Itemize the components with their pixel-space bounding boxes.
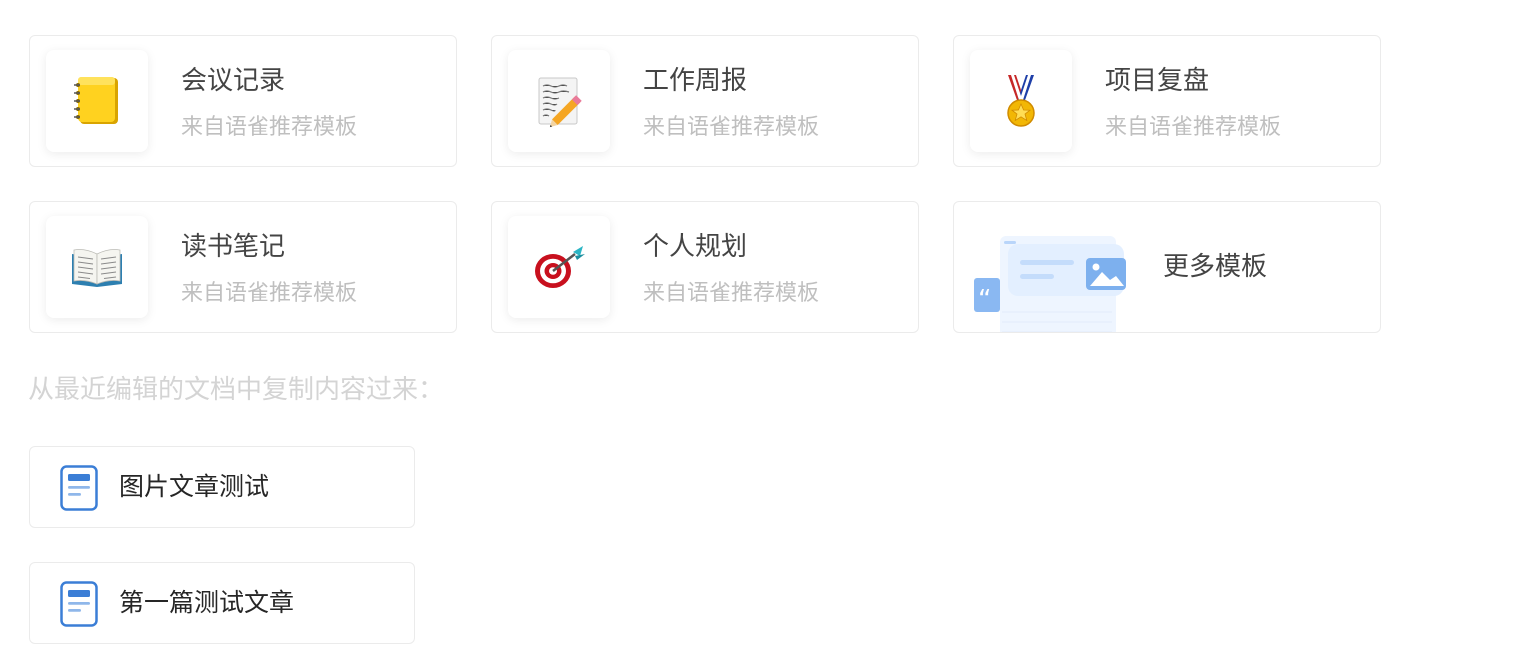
template-subtitle: 来自语雀推荐模板	[643, 115, 820, 140]
template-subtitle: 来自语雀推荐模板	[1105, 115, 1282, 140]
recent-doc-title: 图片文章测试	[119, 472, 270, 501]
template-subtitle: 来自语雀推荐模板	[181, 281, 358, 306]
template-illustration-icon: “	[972, 232, 1132, 332]
document-icon	[60, 581, 98, 631]
document-icon	[60, 465, 98, 515]
more-templates-card[interactable]: “ 更多模板	[953, 201, 1381, 333]
medal-icon	[970, 50, 1072, 152]
template-subtitle: 来自语雀推荐模板	[181, 115, 358, 140]
more-templates-label: 更多模板	[1163, 252, 1268, 282]
template-title: 个人规划	[643, 232, 748, 262]
template-card-meeting-notes[interactable]: 会议记录 来自语雀推荐模板	[29, 35, 457, 167]
svg-text:“: “	[978, 285, 991, 315]
target-dart-icon	[508, 216, 610, 318]
memo-pencil-icon	[508, 50, 610, 152]
notebook-icon	[46, 50, 148, 152]
template-card-personal-plan[interactable]: 个人规划 来自语雀推荐模板	[491, 201, 919, 333]
template-card-project-review[interactable]: 项目复盘 来自语雀推荐模板	[953, 35, 1381, 167]
template-title: 工作周报	[643, 66, 748, 96]
open-book-icon	[46, 216, 148, 318]
recent-docs-heading: 从最近编辑的文档中复制内容过来：	[28, 375, 445, 405]
recent-doc-title: 第一篇测试文章	[119, 588, 295, 617]
template-card-weekly-report[interactable]: 工作周报 来自语雀推荐模板	[491, 35, 919, 167]
template-card-reading-notes[interactable]: 读书笔记 来自语雀推荐模板	[29, 201, 457, 333]
template-title: 读书笔记	[181, 232, 286, 262]
template-grid: 会议记录 来自语雀推荐模板 工作周报 来自语雀推荐模板 项目复盘 来自语雀推荐模…	[29, 35, 1381, 333]
template-title: 会议记录	[181, 66, 286, 96]
recent-doc-item[interactable]: 图片文章测试	[29, 446, 415, 528]
template-subtitle: 来自语雀推荐模板	[643, 281, 820, 306]
recent-doc-item[interactable]: 第一篇测试文章	[29, 562, 415, 644]
template-title: 项目复盘	[1105, 66, 1210, 96]
